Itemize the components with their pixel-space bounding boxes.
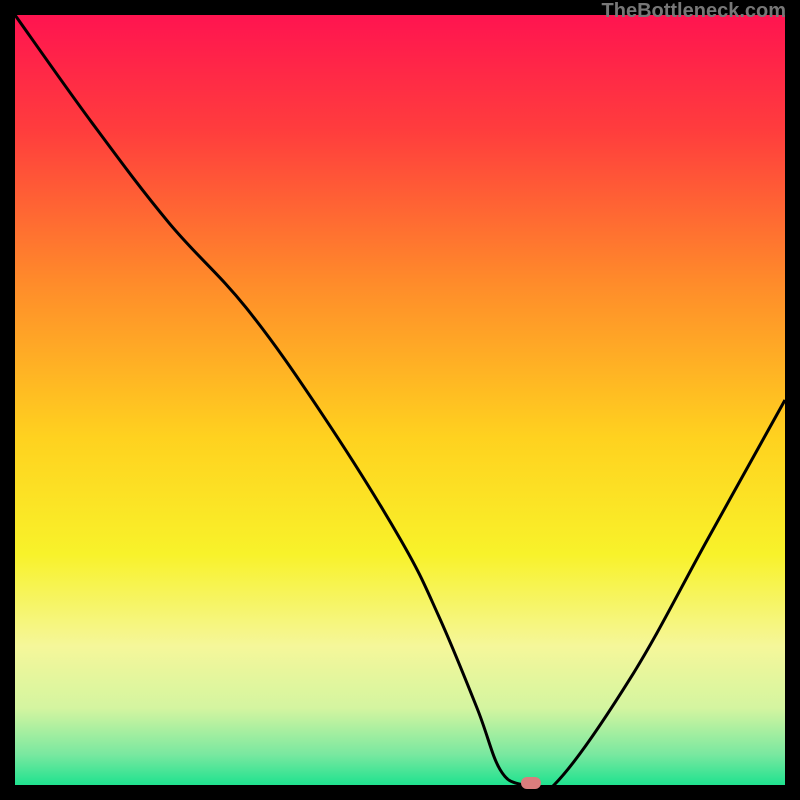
optimal-marker <box>521 777 541 789</box>
bottleneck-curve <box>15 15 785 785</box>
chart-area <box>15 15 785 785</box>
watermark-text: TheBottleneck.com <box>602 0 786 23</box>
